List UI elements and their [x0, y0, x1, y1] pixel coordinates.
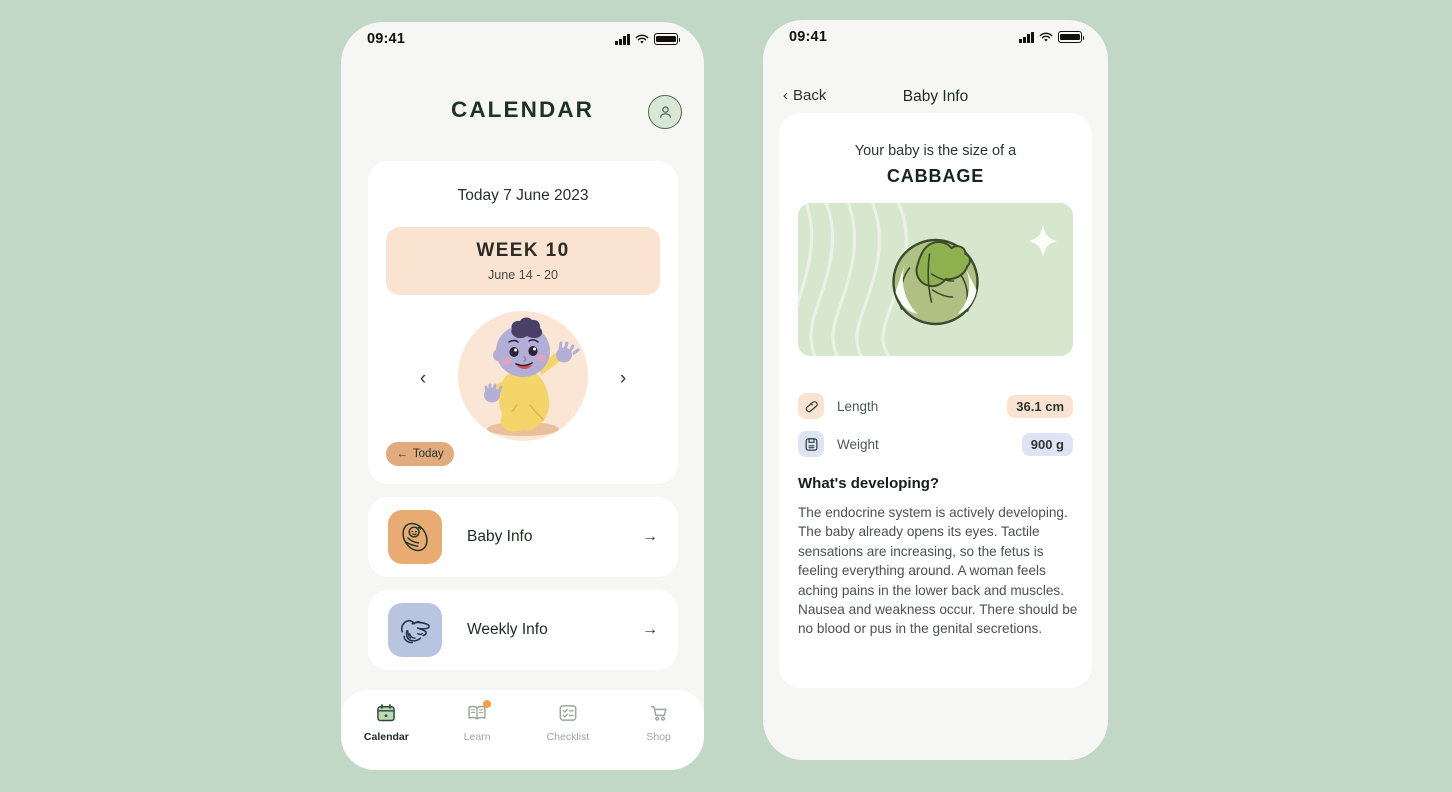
- baby-sitting-illustration: [458, 311, 588, 441]
- phone-calendar-screen: 09:41 CALENDAR Today 7 June 2023 WEEK 10…: [341, 22, 704, 770]
- stat-value: 36.1 cm: [1007, 394, 1073, 418]
- status-icons: [615, 33, 681, 45]
- scale-icon: [798, 431, 824, 457]
- status-time: 09:41: [367, 31, 406, 47]
- checklist-icon: [559, 705, 577, 721]
- baby-carousel: ‹ ›: [368, 311, 678, 443]
- arrow-right-icon: →: [642, 621, 658, 638]
- person-icon: [659, 105, 671, 118]
- tab-checklist[interactable]: Checklist: [523, 702, 614, 743]
- tab-label: Learn: [463, 731, 491, 743]
- prev-week-button[interactable]: ‹: [412, 367, 434, 389]
- calendar-icon: [377, 704, 396, 722]
- battery-icon: [1058, 31, 1085, 43]
- hand-holding-baby-hand-icon: [388, 603, 442, 657]
- status-bar: 09:41: [763, 20, 1108, 54]
- shopping-cart-icon: [650, 706, 667, 721]
- ruler-icon: [798, 393, 824, 419]
- today-card: Today 7 June 2023 WEEK 10 June 14 - 20 ‹…: [368, 161, 678, 484]
- today-pill-label: Today: [412, 448, 444, 460]
- avatar[interactable]: [648, 95, 682, 129]
- status-time: 09:41: [789, 29, 828, 45]
- arrow-right-icon: →: [642, 528, 658, 545]
- status-bar: 09:41: [341, 22, 704, 56]
- developing-heading: What's developing?: [798, 475, 940, 492]
- stat-value: 900 g: [1021, 432, 1073, 456]
- size-intro-text: Your baby is the size of a: [854, 143, 1017, 159]
- week-range: June 14 - 20: [487, 268, 559, 282]
- today-pill-button[interactable]: ← Today: [386, 442, 454, 466]
- baby-info-card: Your baby is the size of a CABBAGE Lengt…: [779, 113, 1092, 688]
- signal-bars-icon: [1019, 31, 1034, 43]
- screenshot-stage: 09:41 CALENDAR Today 7 June 2023 WEEK 10…: [0, 0, 1452, 792]
- stat-row-length: Length 36.1 cm: [798, 391, 1073, 421]
- arrow-left-icon: ←: [396, 448, 408, 460]
- phone-baby-info-screen: 09:41 ‹ Back Baby Info Your baby is the …: [763, 20, 1108, 760]
- size-name: CABBAGE: [886, 166, 985, 186]
- status-icons: [1019, 31, 1085, 43]
- page-title: Baby Info: [902, 88, 969, 105]
- swaddled-baby-icon: [388, 510, 442, 564]
- signal-bars-icon: [615, 33, 630, 45]
- tab-shop[interactable]: Shop: [613, 702, 704, 743]
- stat-label: Length: [837, 398, 879, 414]
- tab-calendar[interactable]: Calendar: [341, 702, 432, 743]
- tab-label: Calendar: [363, 731, 409, 743]
- week-title: WEEK 10: [476, 240, 570, 261]
- wifi-icon: [1039, 32, 1053, 43]
- next-week-button[interactable]: ›: [612, 367, 634, 389]
- calendar-header: CALENDAR: [341, 84, 704, 150]
- wifi-icon: [635, 34, 649, 45]
- notification-badge: [483, 700, 492, 708]
- bottom-tab-bar: Calendar Learn Checklist Shop: [341, 690, 704, 770]
- cabbage-illustration-panel: [798, 203, 1073, 356]
- tab-label: Checklist: [546, 731, 590, 743]
- tab-learn[interactable]: Learn: [432, 700, 523, 743]
- stat-label: Weight: [837, 436, 879, 452]
- menu-item-weekly-info[interactable]: Weekly Info →: [368, 590, 678, 670]
- battery-icon: [654, 33, 681, 45]
- tab-label: Shop: [646, 731, 671, 743]
- week-banner[interactable]: WEEK 10 June 14 - 20: [386, 227, 660, 295]
- menu-item-label: Baby Info: [467, 528, 533, 545]
- menu-item-label: Weekly Info: [467, 621, 548, 638]
- menu-item-baby-info[interactable]: Baby Info →: [368, 497, 678, 577]
- stat-row-weight: Weight 900 g: [798, 429, 1073, 459]
- today-date-label: Today 7 June 2023: [457, 187, 589, 204]
- developing-body: The endocrine system is actively develop…: [798, 505, 1078, 637]
